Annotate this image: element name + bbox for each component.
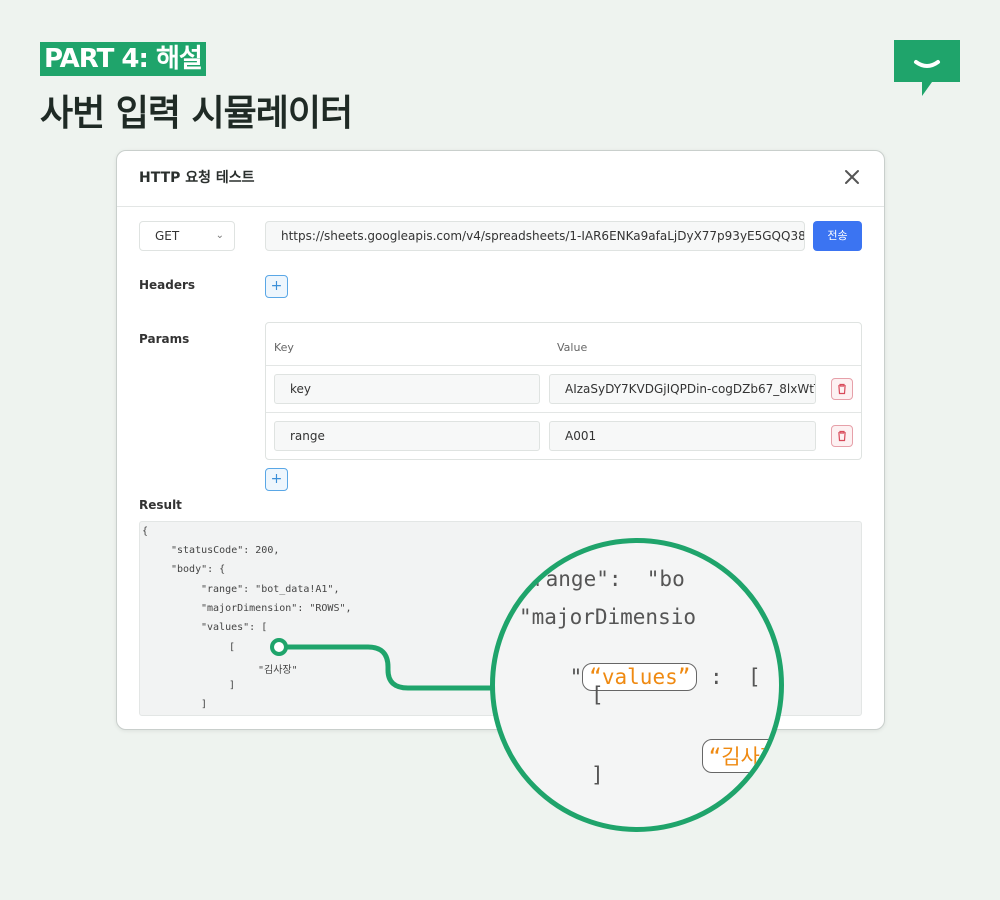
code-line: "body": {	[171, 564, 226, 575]
code-line: "statusCode": 200,	[171, 545, 280, 556]
param-row: key AIzaSyDY7KVDGjIQPDin-cogDZb67_8lxWtT…	[266, 366, 861, 413]
param-value-input[interactable]: A001	[549, 421, 816, 451]
headers-label: Headers	[139, 278, 196, 292]
url-input[interactable]: https://sheets.googleapis.com/v4/spreads…	[265, 221, 805, 251]
dialog-header: HTTP 요청 테스트	[117, 151, 884, 207]
params-table: Key Value key AIzaSyDY7KVDGjIQPDin-cogDZ…	[265, 322, 862, 460]
send-button[interactable]: 전송	[813, 221, 862, 251]
param-row: range A001	[266, 413, 861, 460]
dialog-title: HTTP 요청 테스트	[139, 170, 255, 186]
add-header-button[interactable]: +	[265, 275, 288, 298]
delete-param-button[interactable]	[831, 425, 853, 447]
param-key-input[interactable]: key	[274, 374, 540, 404]
code-line: [	[229, 642, 236, 653]
zoom-line-name: “김사장”"	[651, 715, 779, 797]
add-param-button[interactable]: +	[265, 468, 288, 491]
page-title: 사번 입력 시뮬레이터	[40, 93, 353, 134]
close-icon[interactable]	[840, 165, 864, 189]
part-badge: PART 4: 해설	[40, 42, 206, 76]
zoom-quote: "	[569, 665, 583, 689]
zoom-line-range: range": "bo	[533, 567, 685, 591]
trash-icon	[838, 383, 846, 395]
zoom-bracket-open: [	[591, 683, 604, 707]
code-line: ]	[229, 680, 236, 691]
param-value-input[interactable]: AIzaSyDY7KVDGjIQPDin-cogDZb67_8lxWtTI	[549, 374, 816, 404]
zoom-values-rest: : [	[697, 665, 761, 689]
zoom-bracket-close: ]	[591, 763, 604, 787]
code-line: "김사장"	[258, 665, 298, 676]
code-line: {	[142, 526, 149, 537]
code-line: ]	[201, 699, 208, 710]
zoom-line-major: "majorDimensio	[519, 605, 697, 629]
column-header-key: Key	[274, 341, 294, 354]
result-label: Result	[139, 498, 182, 512]
code-line: "majorDimension": "ROWS",	[201, 603, 352, 614]
params-label: Params	[139, 332, 190, 346]
method-select[interactable]: GET ⌄	[139, 221, 235, 251]
code-line: "range": "bot_data!A1",	[201, 584, 340, 595]
zoom-magnifier: range": "bo "majorDimensio " “values” : […	[490, 538, 784, 832]
column-header-value: Value	[557, 341, 588, 354]
trash-icon	[838, 430, 846, 442]
code-line: "values": [	[201, 622, 268, 633]
zoom-line-values: " “values” : [	[519, 639, 761, 715]
chevron-down-icon: ⌄	[215, 230, 224, 241]
param-key-input[interactable]: range	[274, 421, 540, 451]
name-highlight: “김사장”	[701, 739, 779, 773]
method-value: GET	[155, 229, 180, 243]
delete-param-button[interactable]	[831, 378, 853, 400]
params-table-header: Key Value	[266, 323, 861, 366]
chat-bubble-icon	[894, 40, 960, 96]
